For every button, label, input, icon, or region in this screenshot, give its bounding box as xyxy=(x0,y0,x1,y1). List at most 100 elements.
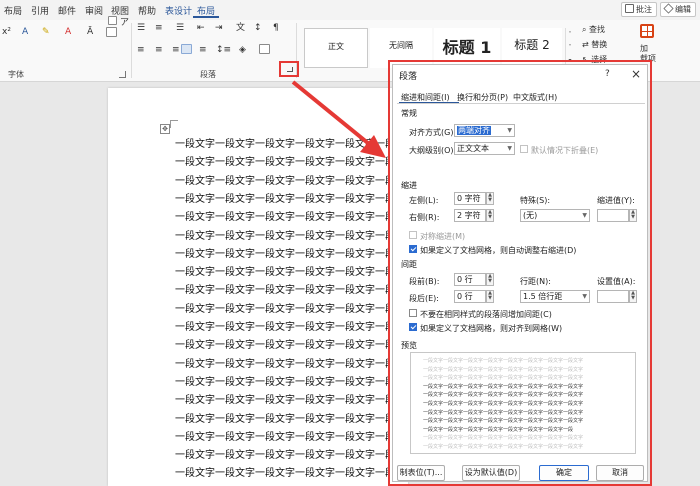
editing-mode-button[interactable]: 编辑 xyxy=(660,2,696,17)
document-line[interactable]: 一段文字一段文字一段文字一段文字一段文字一段文字一段文字一段文字 xyxy=(175,376,390,390)
align-right-icon[interactable]: ≡ xyxy=(172,45,180,55)
font-dialog-launcher-icon[interactable] xyxy=(119,71,126,78)
show-marks-icon[interactable]: ¶ xyxy=(273,23,279,33)
chevron-down-icon: ▼ xyxy=(582,212,587,219)
highlight-color-icon[interactable]: ✎ xyxy=(42,27,50,37)
justify-icon[interactable] xyxy=(181,44,192,54)
space-before-input[interactable]: 0 行 xyxy=(454,273,486,286)
right-indent-spinner[interactable]: ▲ ▼ xyxy=(486,209,494,222)
table-move-handle-icon[interactable]: ✥ xyxy=(160,124,170,134)
tab-layout[interactable]: 布局 xyxy=(4,4,22,17)
document-line[interactable]: 一段文字一段文字一段文字一段文字一段文字一段文字一段文字一段文字 xyxy=(175,266,390,280)
indent-by-spinner[interactable]: ▲ ▼ xyxy=(629,209,637,222)
bullets-icon[interactable]: ☰ xyxy=(137,23,145,33)
indent-by-label: 缩进值(Y): xyxy=(597,196,635,205)
spacing-at-spinner[interactable]: ▲ ▼ xyxy=(629,290,637,303)
document-line[interactable]: 一段文字一段文字一段文字一段文字一段文字一段文字一段文字一段文字 xyxy=(175,284,390,298)
right-indent-input[interactable]: 2 字符 xyxy=(454,209,486,222)
close-icon[interactable]: × xyxy=(631,67,641,81)
char-border-icon[interactable] xyxy=(106,27,117,37)
auto-right-indent-checkbox[interactable] xyxy=(409,245,417,253)
document-line[interactable]: 一段文字一段文字一段文字一段文字一段文字一段文字一段文字一段文字 xyxy=(175,211,390,225)
paragraph-dialog-launcher[interactable] xyxy=(279,61,299,77)
increase-indent-icon[interactable]: ⇥ xyxy=(215,23,223,33)
alignment-label: 对齐方式(G): xyxy=(409,128,457,137)
tab-table-design[interactable]: 表设计 xyxy=(165,4,192,17)
indent-by-input[interactable] xyxy=(597,209,629,222)
alignment-select[interactable]: 两端对齐 ▼ xyxy=(454,124,515,137)
numbering-icon[interactable]: ≡ xyxy=(155,23,163,33)
replace-icon: ⇄ xyxy=(582,40,592,49)
addins-icon[interactable] xyxy=(640,24,654,38)
line-spacing-select[interactable]: 1.5 倍行距 ▼ xyxy=(520,290,590,303)
tabs-button[interactable]: 制表位(T)... xyxy=(397,465,445,481)
sort-icon[interactable]: ↕ xyxy=(254,23,262,33)
align-left-icon[interactable]: ≡ xyxy=(137,45,145,55)
tab-mailings[interactable]: 邮件 xyxy=(58,4,76,17)
distributed-icon[interactable]: ≡ xyxy=(199,45,207,55)
right-indent-label: 右侧(R): xyxy=(409,213,440,222)
document-line[interactable]: 一段文字一段文字一段文字一段文字一段文字一段文字一段文字一段文字 xyxy=(175,138,390,152)
spacing-at-input[interactable] xyxy=(597,290,629,303)
auto-right-indent-label: 如果定义了文档网格，则自动调整右缩进(D) xyxy=(420,246,577,255)
comments-button[interactable]: 批注 xyxy=(621,2,657,17)
document-line[interactable]: 一段文字一段文字一段文字一段文字一段文字一段文字一段文字一段文字 xyxy=(175,321,390,335)
space-after-spinner[interactable]: ▲ ▼ xyxy=(486,290,494,303)
char-shading-icon[interactable]: Ā xyxy=(87,27,93,37)
tab-references[interactable]: 引用 xyxy=(31,4,49,17)
borders-icon[interactable] xyxy=(259,44,270,54)
search-icon: ⌕ xyxy=(582,25,590,34)
snap-to-grid-checkbox[interactable] xyxy=(409,323,417,331)
tab-divider xyxy=(397,103,645,104)
cancel-button[interactable]: 取消 xyxy=(596,465,644,481)
left-indent-input[interactable]: 0 字符 xyxy=(454,192,486,205)
shading-icon[interactable]: ◈ xyxy=(239,45,246,55)
document-line[interactable]: 一段文字一段文字一段文字一段文字一段文字一段文字一段文字一段文字 xyxy=(175,175,390,189)
tab-review[interactable]: 审阅 xyxy=(85,4,103,17)
left-indent-spinner[interactable]: ▲ ▼ xyxy=(486,192,494,205)
document-line[interactable]: 一段文字一段文字一段文字一段文字一段文字一段文字一段文字一段文字 xyxy=(175,431,390,445)
document-line[interactable]: 一段文字一段文字一段文字一段文字一段文字一段文字一段文字一段文字 xyxy=(175,248,390,262)
space-after-input[interactable]: 0 行 xyxy=(454,290,486,303)
collapsed-checkbox[interactable] xyxy=(520,145,528,153)
text-effects-icon[interactable]: A xyxy=(22,27,28,37)
line-spacing-icon[interactable]: ↕≡ xyxy=(216,45,231,55)
special-indent-select[interactable]: (无) ▼ xyxy=(520,209,590,222)
outline-level-label: 大纲级别(O): xyxy=(409,146,457,155)
crop-mark xyxy=(170,120,178,128)
find-button[interactable]: ⌕ 查找 xyxy=(582,24,605,35)
spacing-at-label: 设置值(A): xyxy=(597,277,636,286)
ok-button[interactable]: 确定 xyxy=(539,465,589,481)
document-line[interactable]: 一段文字一段文字一段文字一段文字一段文字一段文字一段文字一段文字 xyxy=(175,230,390,244)
document-line[interactable]: 一段文字一段文字一段文字一段文字一段文字一段文字一段文字一段文字 xyxy=(175,156,390,170)
superscript-icon[interactable]: x² xyxy=(2,27,11,37)
space-before-spinner[interactable]: ▲ ▼ xyxy=(486,273,494,286)
document-line[interactable]: 一段文字一段文字一段文字一段文字一段文字一段文字一段文字一段文字 xyxy=(175,193,390,207)
document-line[interactable]: 一段文字一段文字一段文字一段文字一段文字一段文字一段文字一段文字 xyxy=(175,358,390,372)
no-space-same-style-checkbox[interactable] xyxy=(409,309,417,317)
document-line[interactable]: 一段文字一段文字一段文字一段文字一段文字一段文字一段文字一段文字 xyxy=(175,449,390,463)
clear-format-icon[interactable] xyxy=(108,16,117,25)
document-line[interactable]: 一段文字一段文字一段文字一段文字一段文字一段文字一段文字一段文字 xyxy=(175,303,390,317)
decrease-indent-icon[interactable]: ⇤ xyxy=(197,23,205,33)
multilevel-list-icon[interactable]: ☰ xyxy=(176,23,184,33)
document-line[interactable]: 一段文字一段文字一段文字一段文字一段文字一段文字一段文字一段文字 xyxy=(175,467,390,481)
font-color-icon[interactable]: A xyxy=(65,27,71,37)
mirror-indents-checkbox[interactable] xyxy=(409,231,417,239)
general-section-header: 常规 xyxy=(401,109,417,118)
mirror-indents-label: 对称缩进(M) xyxy=(420,232,466,241)
help-icon[interactable]: ? xyxy=(605,69,610,79)
document-line[interactable]: 一段文字一段文字一段文字一段文字一段文字一段文字一段文字一段文字 xyxy=(175,413,390,427)
outline-level-select[interactable]: 正文文本 ▼ xyxy=(454,142,515,155)
document-line[interactable]: 一段文字一段文字一段文字一段文字一段文字一段文字一段文字一段文字 xyxy=(175,339,390,353)
tab-help[interactable]: 帮助 xyxy=(138,4,156,17)
set-default-button[interactable]: 设为默认值(D) xyxy=(462,465,520,481)
document-line[interactable]: 一段文字一段文字一段文字一段文字一段文字一段文字一段文字一段文字 xyxy=(175,394,390,408)
align-center-icon[interactable]: ≡ xyxy=(155,45,163,55)
style-normal[interactable]: 正文 xyxy=(304,28,368,68)
tab-asian-typography[interactable]: 中文版式(H) xyxy=(513,92,557,103)
tab-line-page-breaks[interactable]: 换行和分页(P) xyxy=(457,92,508,103)
chinese-layout-icon[interactable]: 文 xyxy=(236,23,245,33)
replace-button[interactable]: ⇄ 替换 xyxy=(582,39,607,50)
phonetic-guide-icon[interactable]: ア xyxy=(120,18,129,28)
